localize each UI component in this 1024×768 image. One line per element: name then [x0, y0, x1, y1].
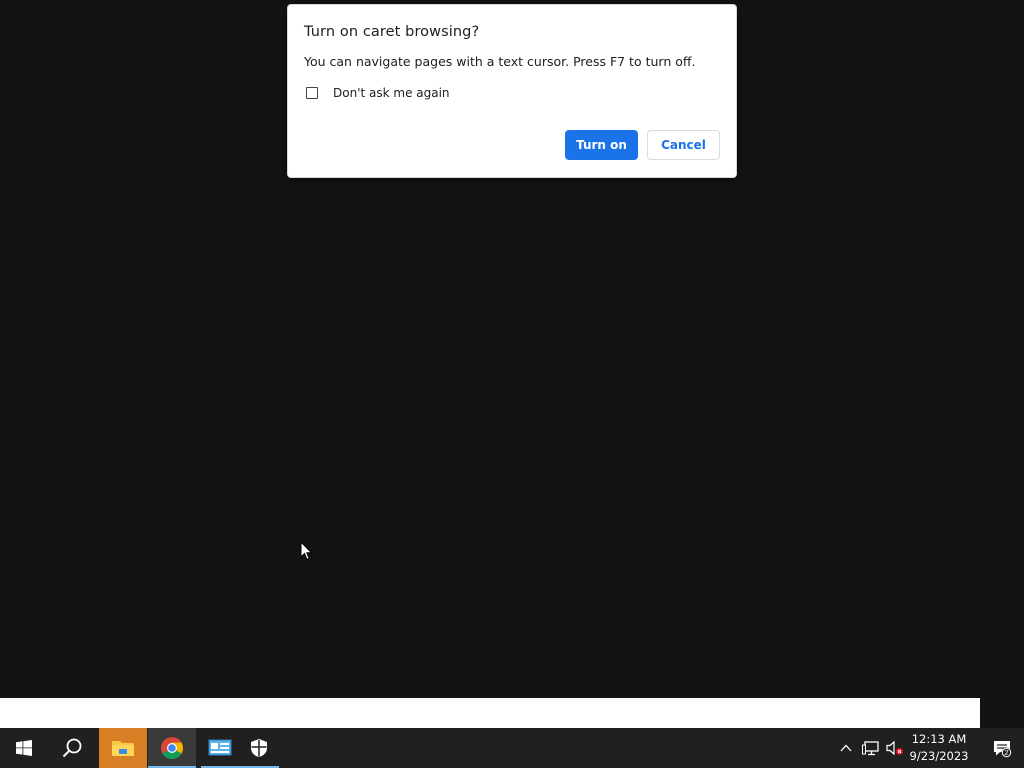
- network-tray-button[interactable]: [862, 740, 879, 756]
- volume-muted-icon: [886, 740, 903, 756]
- taskbar-clock[interactable]: 12:13 AM 9/23/2023: [906, 731, 972, 765]
- cancel-button[interactable]: Cancel: [647, 130, 720, 160]
- taskbar-windows-security[interactable]: [239, 728, 279, 768]
- action-center-button[interactable]: 2: [980, 728, 1024, 768]
- shield-icon: [251, 739, 267, 757]
- search-icon: [62, 738, 82, 758]
- chevron-up-icon: [840, 744, 852, 752]
- mouse-pointer-icon: [300, 541, 313, 561]
- taskbar-file-explorer[interactable]: [99, 728, 147, 768]
- taskbar-control-panel[interactable]: [201, 728, 239, 768]
- control-panel-icon: [208, 739, 232, 756]
- caret-browsing-dialog: Turn on caret browsing? You can navigate…: [287, 4, 737, 178]
- clock-time: 12:13 AM: [911, 732, 967, 746]
- turn-on-button[interactable]: Turn on: [565, 130, 638, 160]
- dont-ask-again-label[interactable]: Don't ask me again: [333, 86, 450, 100]
- dont-ask-again-row[interactable]: Don't ask me again: [306, 85, 450, 101]
- show-hidden-icons-button[interactable]: [838, 740, 854, 756]
- taskbar-chrome[interactable]: [148, 728, 196, 768]
- notification-icon: 2: [994, 741, 1012, 758]
- dialog-title: Turn on caret browsing?: [304, 24, 480, 40]
- notification-count: 2: [1004, 748, 1008, 757]
- taskbar: 12:13 AM 9/23/2023 2: [0, 728, 1024, 768]
- network-icon: [862, 741, 879, 756]
- taskbar-search-button[interactable]: [48, 728, 96, 768]
- windows-logo-icon: [16, 740, 32, 756]
- blank-window-strip: [0, 698, 980, 728]
- folder-icon: [112, 741, 134, 756]
- chrome-icon: [161, 737, 183, 759]
- start-button[interactable]: [0, 728, 48, 768]
- dont-ask-again-checkbox[interactable]: [306, 87, 318, 99]
- dialog-message: You can navigate pages with a text curso…: [304, 54, 696, 69]
- clock-date: 9/23/2023: [909, 749, 969, 763]
- volume-tray-button[interactable]: [886, 740, 903, 756]
